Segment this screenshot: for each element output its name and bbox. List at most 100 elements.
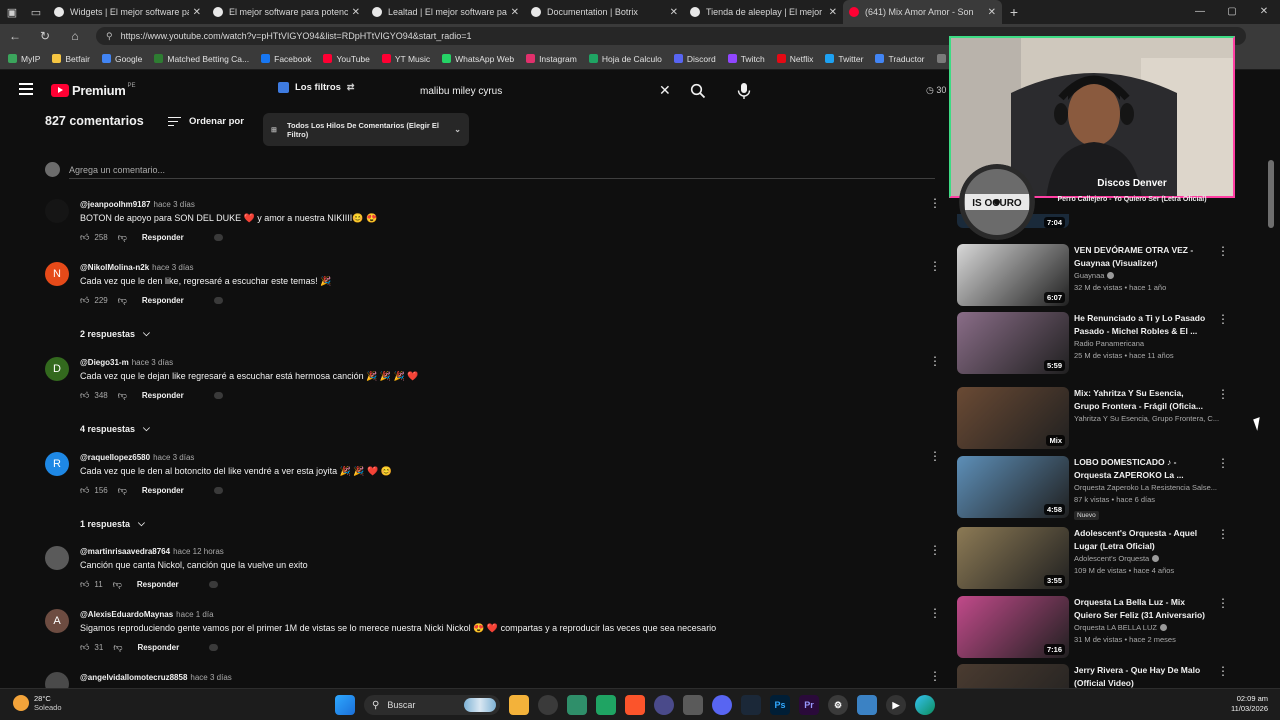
like-icon[interactable]: 👍︎ <box>80 390 89 401</box>
comment-author[interactable]: @NikolMolina-n2k <box>80 263 149 272</box>
related-video[interactable]: Mix Mix: Yahritza Y Su Esencia, Grupo Fro… <box>955 387 1255 453</box>
thread-filter-dropdown[interactable]: ⊞ Todos Los Hilos De Comentarios (Elegir… <box>263 113 469 146</box>
reply-button[interactable]: Responder <box>142 233 184 242</box>
close-window-icon[interactable]: ✕ <box>1248 0 1280 24</box>
view-replies-button[interactable]: 1 respuesta ⌵ <box>80 518 145 529</box>
related-video[interactable]: 5:59 He Renunciado a Ti y Lo Pasado Pasad… <box>955 312 1255 378</box>
edge-icon[interactable] <box>915 695 935 715</box>
comment-author[interactable]: @raquellopez6580 <box>80 453 150 462</box>
tab-search-icon[interactable]: ▭ <box>24 0 48 24</box>
dislike-icon[interactable]: 👎︎ <box>113 579 122 590</box>
site-info-icon[interactable]: ⚲ <box>106 31 113 42</box>
spreadsheet-icon[interactable] <box>596 695 616 715</box>
bookmark-item[interactable]: Betfair <box>52 54 90 64</box>
video-channel[interactable]: Adolescent's Orquesta <box>1074 554 1224 563</box>
bookmark-item[interactable]: Facebook <box>261 54 311 64</box>
home-icon[interactable]: ⌂ <box>60 29 90 43</box>
like-icon[interactable]: 👍︎ <box>80 485 89 496</box>
more-actions-icon[interactable]: ⋮ <box>929 449 941 463</box>
bookmark-item[interactable]: YT Music <box>381 54 430 64</box>
video-thumbnail[interactable]: 6:07 <box>957 244 1069 306</box>
video-thumbnail[interactable]: 3:55 <box>957 527 1069 589</box>
avatar[interactable] <box>45 199 69 223</box>
comment-author[interactable]: @angelvidallomotecruz8858 <box>80 673 187 682</box>
play-icon[interactable]: ▶ <box>886 695 906 715</box>
video-channel[interactable]: Yahritza Y Su Esencia, Grupo Frontera, C… <box>1074 414 1224 423</box>
browser-tab[interactable]: El mejor software para potenciar ✕ <box>207 0 366 24</box>
view-replies-button[interactable]: 2 respuestas ⌵ <box>80 328 150 339</box>
back-icon[interactable]: ← <box>0 29 30 43</box>
video-title[interactable]: Adolescent's Orquesta - Aquel Lugar (Let… <box>1074 527 1210 552</box>
app-icon[interactable] <box>567 695 587 715</box>
dislike-icon[interactable]: 👎︎ <box>113 642 122 653</box>
dislike-icon[interactable]: 👎︎ <box>118 390 127 401</box>
bookmark-item[interactable]: Hoja de Calculo <box>588 54 662 64</box>
reply-button[interactable]: Responder <box>137 643 179 652</box>
related-video[interactable]: 7:16 Orquesta La Bella Luz - Mix Quiero S… <box>955 596 1255 662</box>
microphone-icon[interactable] <box>736 82 752 100</box>
photoshop-icon[interactable]: Ps <box>770 695 790 715</box>
more-actions-icon[interactable]: ⋮ <box>929 543 941 557</box>
video-channel[interactable]: Radio Panamericana <box>1074 339 1224 348</box>
avatar[interactable]: R <box>45 452 69 476</box>
bookmark-item[interactable]: Matched Betting Ca... <box>154 54 249 64</box>
minimize-icon[interactable]: — <box>1184 0 1216 24</box>
steam-icon[interactable] <box>741 695 761 715</box>
tab-close-icon[interactable]: ✕ <box>511 7 519 18</box>
more-actions-icon[interactable]: ⋮ <box>929 606 941 620</box>
comment-author[interactable]: @Diego31-m <box>80 358 129 367</box>
menu-icon[interactable] <box>19 83 33 95</box>
video-thumbnail[interactable]: 5:59 <box>957 312 1069 374</box>
more-actions-icon[interactable]: ⋮ <box>929 354 941 368</box>
more-actions-icon[interactable]: ⋮ <box>929 669 941 683</box>
more-actions-icon[interactable]: ⋮ <box>929 196 941 210</box>
windows-start-icon[interactable] <box>335 695 355 715</box>
related-video[interactable]: 3:55 Adolescent's Orquesta - Aquel Lugar … <box>955 527 1255 593</box>
browser-tab[interactable]: Widgets | El mejor software para p ✕ <box>48 0 207 24</box>
dislike-icon[interactable]: 👎︎ <box>118 232 127 243</box>
system-clock[interactable]: 02:09 am 11/03/2026 <box>1231 694 1268 714</box>
like-icon[interactable]: 👍︎ <box>80 295 89 306</box>
search-icon[interactable] <box>690 83 706 99</box>
calculator-icon[interactable] <box>683 695 703 715</box>
comment-time[interactable]: hace 3 días <box>190 673 231 682</box>
bookmark-item[interactable]: WhatsApp Web <box>442 54 514 64</box>
avatar[interactable]: N <box>45 262 69 286</box>
browser-tab[interactable]: Documentation | Botrix ✕ <box>525 0 684 24</box>
more-actions-icon[interactable]: ⋮ <box>1217 664 1229 678</box>
sort-button[interactable]: Ordenar por <box>168 116 244 127</box>
search-input[interactable]: malibu miley cyrus <box>410 78 682 104</box>
video-title[interactable]: Orquesta La Bella Luz - Mix Quiero Ser F… <box>1074 596 1210 621</box>
bookmark-item[interactable]: Discord <box>673 54 716 64</box>
bookmark-item[interactable]: Traductor <box>875 54 925 64</box>
related-video[interactable]: 4:58 LOBO DOMESTICADO ♪ - Orquesta ZAPERO… <box>955 456 1255 522</box>
video-title[interactable]: Mix: Yahritza Y Su Esencia, Grupo Fronte… <box>1074 387 1210 412</box>
tab-close-icon[interactable]: ✕ <box>829 7 837 18</box>
bookmark-item[interactable]: MyIP <box>8 54 40 64</box>
video-channel[interactable]: Guaynaa <box>1074 271 1224 280</box>
add-comment-field[interactable]: Agrega un comentario... <box>45 162 165 177</box>
comment-author[interactable]: @martinrisaavedra8764 <box>80 547 170 556</box>
premiere-icon[interactable]: Pr <box>799 695 819 715</box>
comment-time[interactable]: hace 3 días <box>152 263 193 272</box>
youtube-premium-logo[interactable]: Premium PE <box>51 83 136 98</box>
filters-button[interactable]: Los filtros ⇄ <box>278 82 354 93</box>
video-thumbnail[interactable]: 7:16 <box>957 596 1069 658</box>
dislike-icon[interactable]: 👎︎ <box>118 485 127 496</box>
more-actions-icon[interactable]: ⋮ <box>929 259 941 273</box>
more-actions-icon[interactable]: ⋮ <box>1217 596 1229 610</box>
obs-icon[interactable] <box>538 695 558 715</box>
file-explorer-icon[interactable] <box>509 695 529 715</box>
bookmark-item[interactable]: Instagram <box>526 54 577 64</box>
tab-close-icon[interactable]: ✕ <box>352 7 360 18</box>
bookmark-item[interactable]: Twitch <box>727 54 765 64</box>
taskbar-search[interactable]: ⚲ Buscar <box>364 695 500 715</box>
avatar[interactable]: A <box>45 609 69 633</box>
clear-search-icon[interactable]: ✕ <box>659 82 671 98</box>
view-replies-button[interactable]: 4 respuestas ⌵ <box>80 423 150 434</box>
media-player-icon[interactable] <box>654 695 674 715</box>
settings-icon[interactable]: ⚙ <box>828 695 848 715</box>
video-title[interactable]: VEN DEVÓRAME OTRA VEZ - Guaynaa (Visuali… <box>1074 244 1210 269</box>
bookmark-item[interactable]: Netflix <box>776 54 813 64</box>
brave-icon[interactable] <box>625 695 645 715</box>
